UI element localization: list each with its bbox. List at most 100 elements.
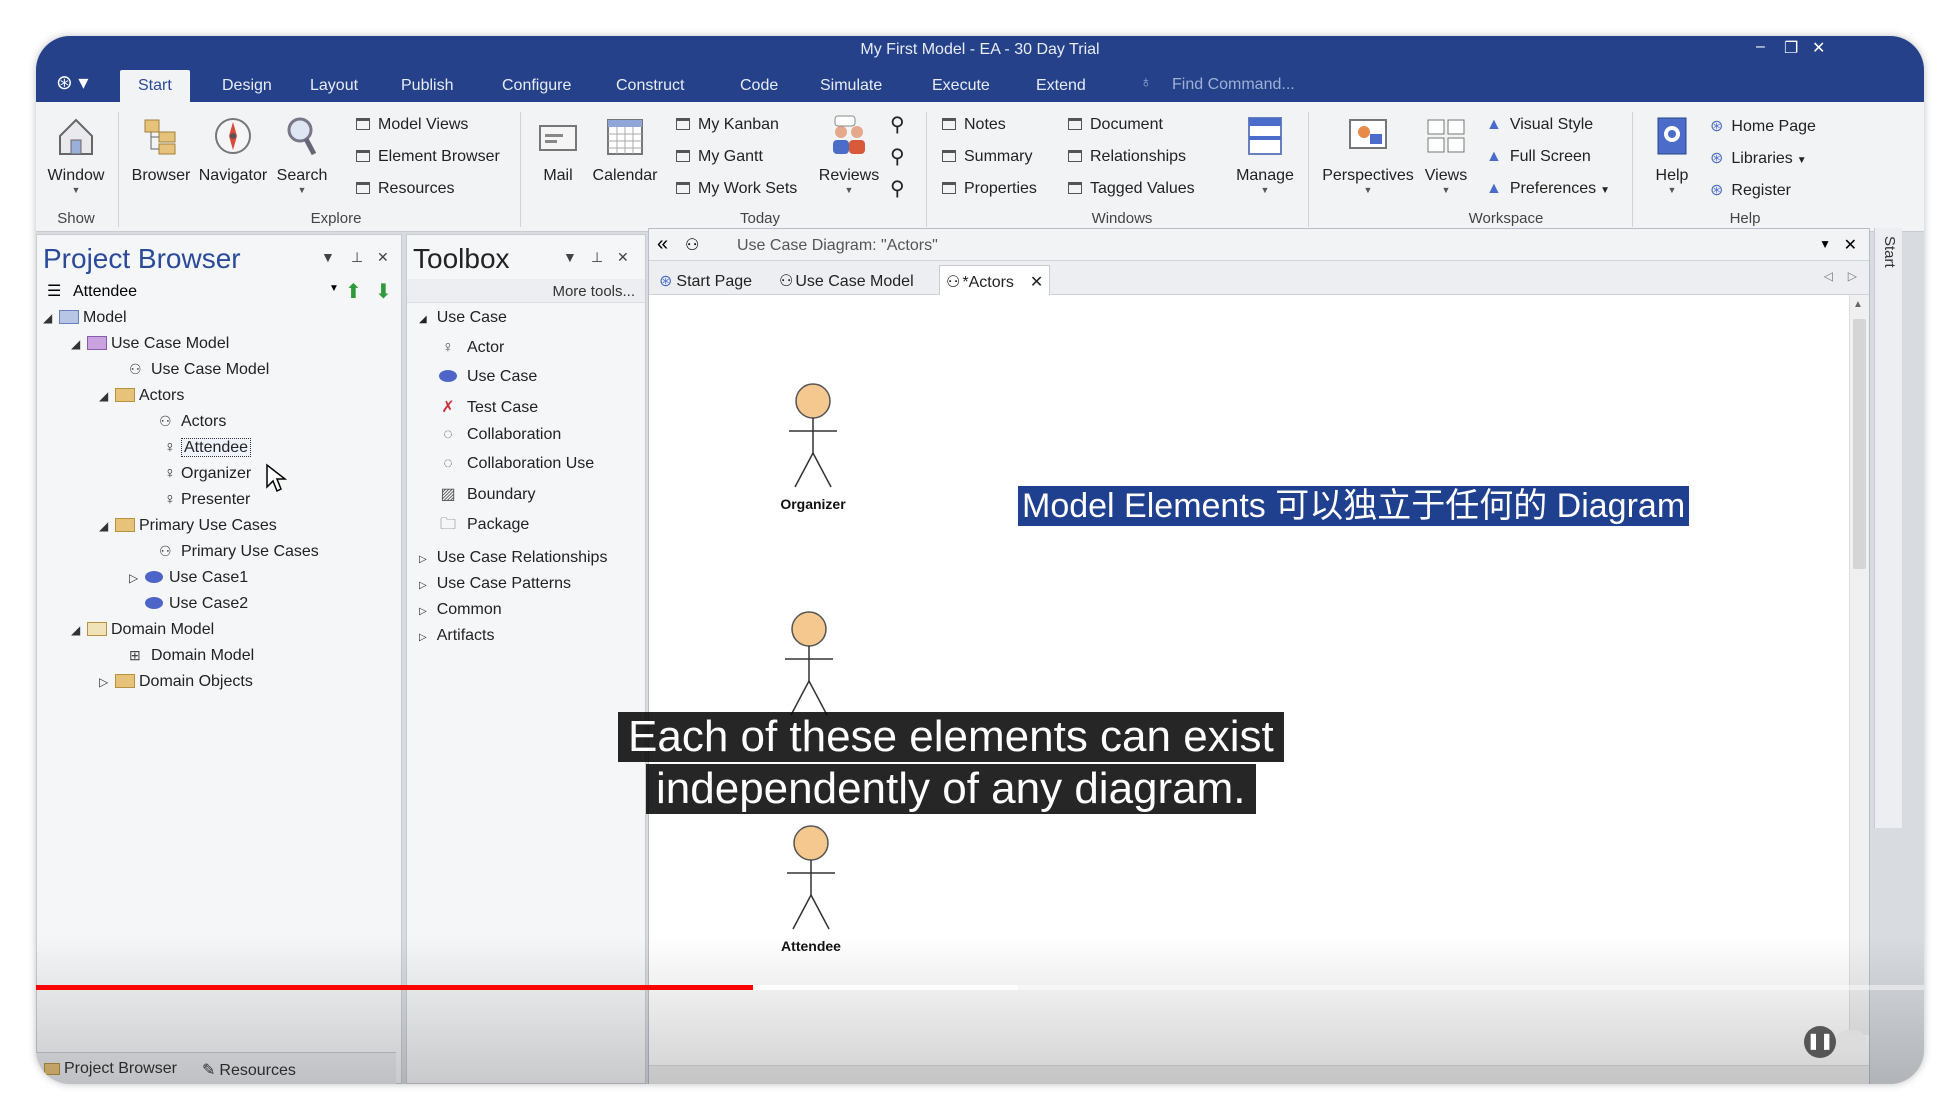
actor-attendee[interactable]: Attendee bbox=[761, 823, 861, 954]
tree-item-actor[interactable]: ♀ Presenter bbox=[163, 491, 250, 509]
autoplay-toggle[interactable] bbox=[1836, 1030, 1866, 1052]
summary-button[interactable]: Summary bbox=[942, 148, 1032, 166]
tab-publish[interactable]: Publish bbox=[383, 70, 471, 102]
close-icon[interactable]: ✕ bbox=[1812, 38, 1825, 58]
mail-button[interactable]: Mail bbox=[528, 114, 588, 185]
tagged-values-button[interactable]: Tagged Values bbox=[1068, 180, 1195, 198]
horizontal-scrollbar[interactable] bbox=[649, 1065, 1869, 1084]
selected-element-bar[interactable]: ☰ Attendee ▼ ⬆ ⬇ bbox=[45, 279, 395, 305]
toolbox-item-actor[interactable]: ♀ Actor bbox=[437, 339, 504, 357]
scroll-up-icon[interactable]: ▲ bbox=[1853, 299, 1863, 310]
pin-icon[interactable]: ⊥ bbox=[351, 249, 363, 266]
tab-extend[interactable]: Extend bbox=[1018, 70, 1104, 102]
tree-item-model[interactable]: ◢ Model bbox=[43, 309, 127, 327]
full-screen-button[interactable]: ▲ Full Screen bbox=[1486, 148, 1591, 166]
resources-button[interactable]: Resources bbox=[356, 180, 454, 198]
libraries-button[interactable]: ⊛ Libraries ▼ bbox=[1710, 148, 1807, 168]
video-progress-bar[interactable] bbox=[36, 980, 1924, 994]
toolbox-item-use-case[interactable]: Use Case bbox=[437, 368, 537, 386]
toolbox-group-patterns[interactable]: ▷ Use Case Patterns bbox=[419, 575, 571, 593]
home-page-button[interactable]: ⊛ Home Page bbox=[1710, 116, 1816, 136]
move-down-icon[interactable]: ⬇ bbox=[375, 279, 392, 304]
tab-design[interactable]: Design bbox=[204, 70, 290, 102]
help-button[interactable]: Help ▼ bbox=[1642, 114, 1702, 195]
collapse-icon[interactable]: ◢ bbox=[71, 337, 87, 351]
tab-code[interactable]: Code bbox=[722, 70, 796, 102]
register-button[interactable]: ⊛ Register bbox=[1710, 180, 1791, 200]
tree-item-package[interactable]: ◢ Use Case Model bbox=[71, 335, 229, 353]
tree-item-actor[interactable]: ♀ Organizer bbox=[163, 465, 251, 483]
tree-item-diagram[interactable]: ⚇ Primary Use Cases bbox=[159, 543, 319, 561]
tree-item-folder[interactable]: ◢ Actors bbox=[99, 387, 184, 405]
close-icon[interactable]: ✕ bbox=[617, 249, 629, 266]
visual-style-button[interactable]: ▲ Visual Style bbox=[1486, 116, 1593, 134]
more-tools-link[interactable]: More tools... bbox=[552, 283, 635, 300]
my-gantt-button[interactable]: My Gantt bbox=[676, 148, 763, 166]
tree-item-diagram[interactable]: ⊞ Domain Model bbox=[129, 647, 254, 665]
model-views-button[interactable]: Model Views bbox=[356, 116, 468, 134]
tree-item-diagram[interactable]: ⚇ Use Case Model bbox=[129, 361, 269, 379]
tab-layout[interactable]: Layout bbox=[292, 70, 376, 102]
calendar-button[interactable]: Calendar bbox=[590, 114, 660, 185]
vertical-scrollbar[interactable]: ▲ bbox=[1849, 295, 1869, 1035]
toolbox-item-test-case[interactable]: ✗ Test Case bbox=[437, 397, 538, 417]
tab-actors[interactable]: ⚇ *Actors ✕ bbox=[939, 265, 1051, 295]
search-icon[interactable]: ⚲ bbox=[890, 144, 905, 169]
tab-simulate[interactable]: Simulate bbox=[802, 70, 900, 102]
toolbox-item-package[interactable]: 🗀 Package bbox=[437, 513, 529, 540]
element-browser-button[interactable]: Element Browser bbox=[356, 148, 500, 166]
collapse-icon[interactable]: ◢ bbox=[99, 519, 115, 533]
expand-icon[interactable]: ▷ bbox=[129, 571, 145, 585]
tree-item-diagram[interactable]: ⚇ Actors bbox=[159, 413, 226, 431]
search-button[interactable]: Search ▼ bbox=[272, 114, 332, 195]
toolbox-item-collaboration[interactable]: ◌ Collaboration bbox=[437, 426, 561, 444]
move-up-icon[interactable]: ⬆ bbox=[345, 279, 362, 304]
close-icon[interactable]: ✕ bbox=[1844, 235, 1857, 255]
navigator-button[interactable]: Navigator bbox=[196, 114, 270, 185]
tree-item-folder[interactable]: ◢ Primary Use Cases bbox=[99, 517, 277, 535]
restore-icon[interactable]: ❐ bbox=[1784, 38, 1798, 58]
document-button[interactable]: Document bbox=[1068, 116, 1163, 134]
actor-presenter[interactable] bbox=[759, 609, 859, 724]
scrollbar-thumb[interactable] bbox=[1853, 319, 1866, 569]
toolbox-group-relationships[interactable]: ▷ Use Case Relationships bbox=[419, 549, 607, 567]
scroll-tabs-left-icon[interactable]: ◁ bbox=[1824, 269, 1833, 283]
tree-item-use-case[interactable]: ▷ Use Case1 bbox=[129, 569, 248, 587]
chevron-down-icon[interactable]: ▼ bbox=[329, 283, 339, 294]
notes-button[interactable]: Notes bbox=[942, 116, 1006, 134]
chevron-down-icon[interactable]: ▼ bbox=[1819, 237, 1831, 251]
my-kanban-button[interactable]: My Kanban bbox=[676, 116, 779, 134]
properties-button[interactable]: Properties bbox=[942, 180, 1037, 198]
expand-icon[interactable]: ▷ bbox=[99, 675, 115, 689]
perspectives-button[interactable]: Perspectives ▼ bbox=[1318, 114, 1418, 195]
toolbox-item-collaboration-use[interactable]: ◌ Collaboration Use bbox=[437, 455, 594, 473]
tab-execute[interactable]: Execute bbox=[914, 70, 1008, 102]
scroll-tabs-right-icon[interactable]: ▷ bbox=[1848, 269, 1857, 283]
manage-button[interactable]: Manage ▼ bbox=[1228, 114, 1302, 195]
tree-item-folder[interactable]: ▷ Domain Objects bbox=[99, 673, 253, 691]
window-button[interactable]: Window ▼ bbox=[44, 114, 108, 195]
collapse-icon[interactable]: ◢ bbox=[43, 311, 59, 325]
reviews-button[interactable]: Reviews ▼ bbox=[814, 114, 884, 195]
tab-use-case-model[interactable]: ⚇ Use Case Model bbox=[773, 265, 920, 295]
close-icon[interactable]: ✕ bbox=[377, 249, 389, 266]
find-command-input[interactable]: Find Command... bbox=[1172, 76, 1295, 94]
app-menu-button[interactable]: ⊛ ▾ bbox=[56, 70, 100, 98]
toolbox-group-common[interactable]: ▷ Common bbox=[419, 601, 502, 619]
actor-organizer[interactable]: Organizer bbox=[763, 381, 863, 512]
views-button[interactable]: Views ▼ bbox=[1418, 114, 1474, 195]
tab-construct[interactable]: Construct bbox=[598, 70, 702, 102]
minimize-icon[interactable]: – bbox=[1756, 38, 1765, 56]
close-tab-icon[interactable]: ✕ bbox=[1030, 274, 1043, 291]
collapse-left-icon[interactable]: « bbox=[657, 233, 668, 256]
collapse-icon[interactable]: ◢ bbox=[71, 623, 87, 637]
preferences-button[interactable]: ▲ Preferences ▼ bbox=[1486, 180, 1610, 198]
bottom-tab-project-browser[interactable]: Project Browser bbox=[44, 1060, 177, 1078]
chevron-down-icon[interactable]: ▼ bbox=[321, 249, 335, 265]
relationships-button[interactable]: Relationships bbox=[1068, 148, 1186, 166]
tree-item-use-case[interactable]: Use Case2 bbox=[145, 595, 248, 613]
toolbox-section-use-case[interactable]: ◢ Use Case bbox=[419, 309, 507, 327]
pause-icon[interactable]: ❚❚ bbox=[1804, 1026, 1836, 1058]
toolbox-item-boundary[interactable]: ▨ Boundary bbox=[437, 484, 535, 504]
side-tab-start[interactable]: Start bbox=[1881, 236, 1898, 268]
